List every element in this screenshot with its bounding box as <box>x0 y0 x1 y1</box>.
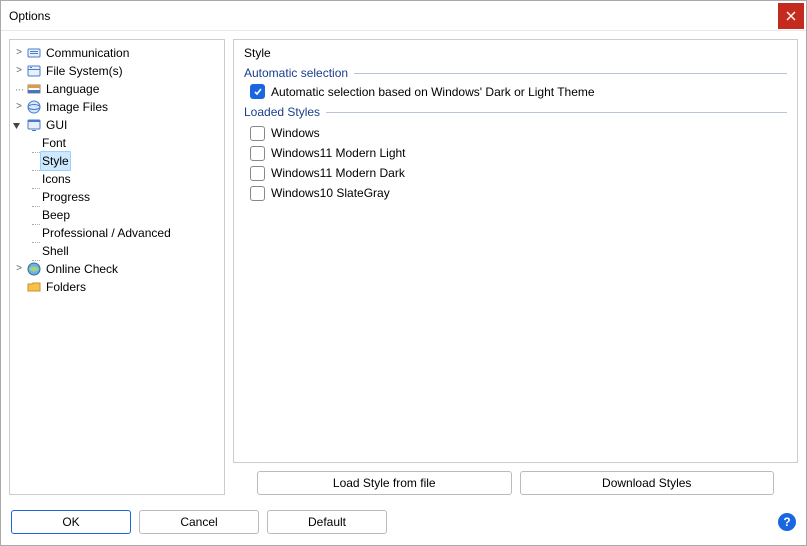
tree-item-imagefiles[interactable]: > Image Files <box>12 98 222 116</box>
checkbox-auto-theme[interactable]: Automatic selection based on Windows' Da… <box>250 84 787 99</box>
style-option-label: Windows10 SlateGray <box>271 186 390 200</box>
style-panel: Style Automatic selection Automatic sele… <box>233 39 798 463</box>
checkbox-icon <box>250 146 265 161</box>
dialog-body: > Communication > File System(s) ··· Lan… <box>1 31 806 503</box>
style-option[interactable]: Windows10 SlateGray <box>250 183 787 203</box>
checkbox-icon <box>250 84 265 99</box>
tree-item-filesystems[interactable]: > File System(s) <box>12 62 222 80</box>
checkbox-icon <box>250 186 265 201</box>
tree-item-style[interactable]: Style <box>12 152 222 170</box>
close-button[interactable] <box>778 3 804 29</box>
checkbox-icon <box>250 166 265 181</box>
filesystems-icon <box>26 63 42 79</box>
communication-icon <box>26 45 42 61</box>
help-button[interactable]: ? <box>778 513 796 531</box>
tree-item-progress[interactable]: Progress <box>12 188 222 206</box>
default-button[interactable]: Default <box>267 510 387 534</box>
style-option[interactable]: Windows <box>250 123 787 143</box>
tree-item-communication[interactable]: > Communication <box>12 44 222 62</box>
cancel-button[interactable]: Cancel <box>139 510 259 534</box>
panel-button-row: Load Style from file Download Styles <box>233 471 798 495</box>
style-option[interactable]: Windows11 Modern Light <box>250 143 787 163</box>
checkbox-icon <box>250 126 265 141</box>
download-styles-button[interactable]: Download Styles <box>520 471 775 495</box>
style-list: Windows Windows11 Modern Light Windows11 M… <box>250 123 787 203</box>
collapse-icon[interactable] <box>12 121 26 130</box>
tree-item-pro[interactable]: Professional / Advanced <box>12 224 222 242</box>
close-icon <box>786 11 796 21</box>
load-style-button[interactable]: Load Style from file <box>257 471 512 495</box>
tree-item-shell[interactable]: Shell <box>12 242 222 260</box>
content-column: Style Automatic selection Automatic sele… <box>233 39 798 495</box>
panel-title: Style <box>244 46 787 60</box>
tree-item-font[interactable]: Font <box>12 134 222 152</box>
tree-item-language[interactable]: ··· Language <box>12 80 222 98</box>
onlinecheck-icon <box>26 261 42 277</box>
help-icon: ? <box>783 515 790 529</box>
tree-item-beep[interactable]: Beep <box>12 206 222 224</box>
expand-icon[interactable]: > <box>12 98 26 116</box>
expand-icon[interactable]: > <box>12 62 26 80</box>
tree-item-gui[interactable]: GUI <box>12 116 222 134</box>
expand-icon[interactable]: > <box>12 260 26 278</box>
style-option[interactable]: Windows11 Modern Dark <box>250 163 787 183</box>
folders-icon <box>26 279 42 295</box>
style-option-label: Windows11 Modern Light <box>271 146 406 160</box>
style-option-label: Windows11 Modern Dark <box>271 166 405 180</box>
dialog-footer: OK Cancel Default ? <box>1 503 806 545</box>
options-dialog: Options > Communication > File System(s) <box>0 0 807 546</box>
group-loaded-styles: Loaded Styles <box>244 105 787 119</box>
titlebar: Options <box>1 1 806 31</box>
ok-button[interactable]: OK <box>11 510 131 534</box>
tree-item-icons[interactable]: Icons <box>12 170 222 188</box>
checkbox-label: Automatic selection based on Windows' Da… <box>271 85 595 99</box>
gui-icon <box>26 117 42 133</box>
tree-item-onlinecheck[interactable]: > Online Check <box>12 260 222 278</box>
tree-item-folders[interactable]: Folders <box>12 278 222 296</box>
style-option-label: Windows <box>271 126 320 140</box>
language-icon <box>26 81 42 97</box>
expand-icon[interactable]: > <box>12 44 26 62</box>
group-automatic-selection: Automatic selection <box>244 66 787 80</box>
window-title: Options <box>9 9 778 23</box>
nav-tree[interactable]: > Communication > File System(s) ··· Lan… <box>9 39 225 495</box>
imagefiles-icon <box>26 99 42 115</box>
